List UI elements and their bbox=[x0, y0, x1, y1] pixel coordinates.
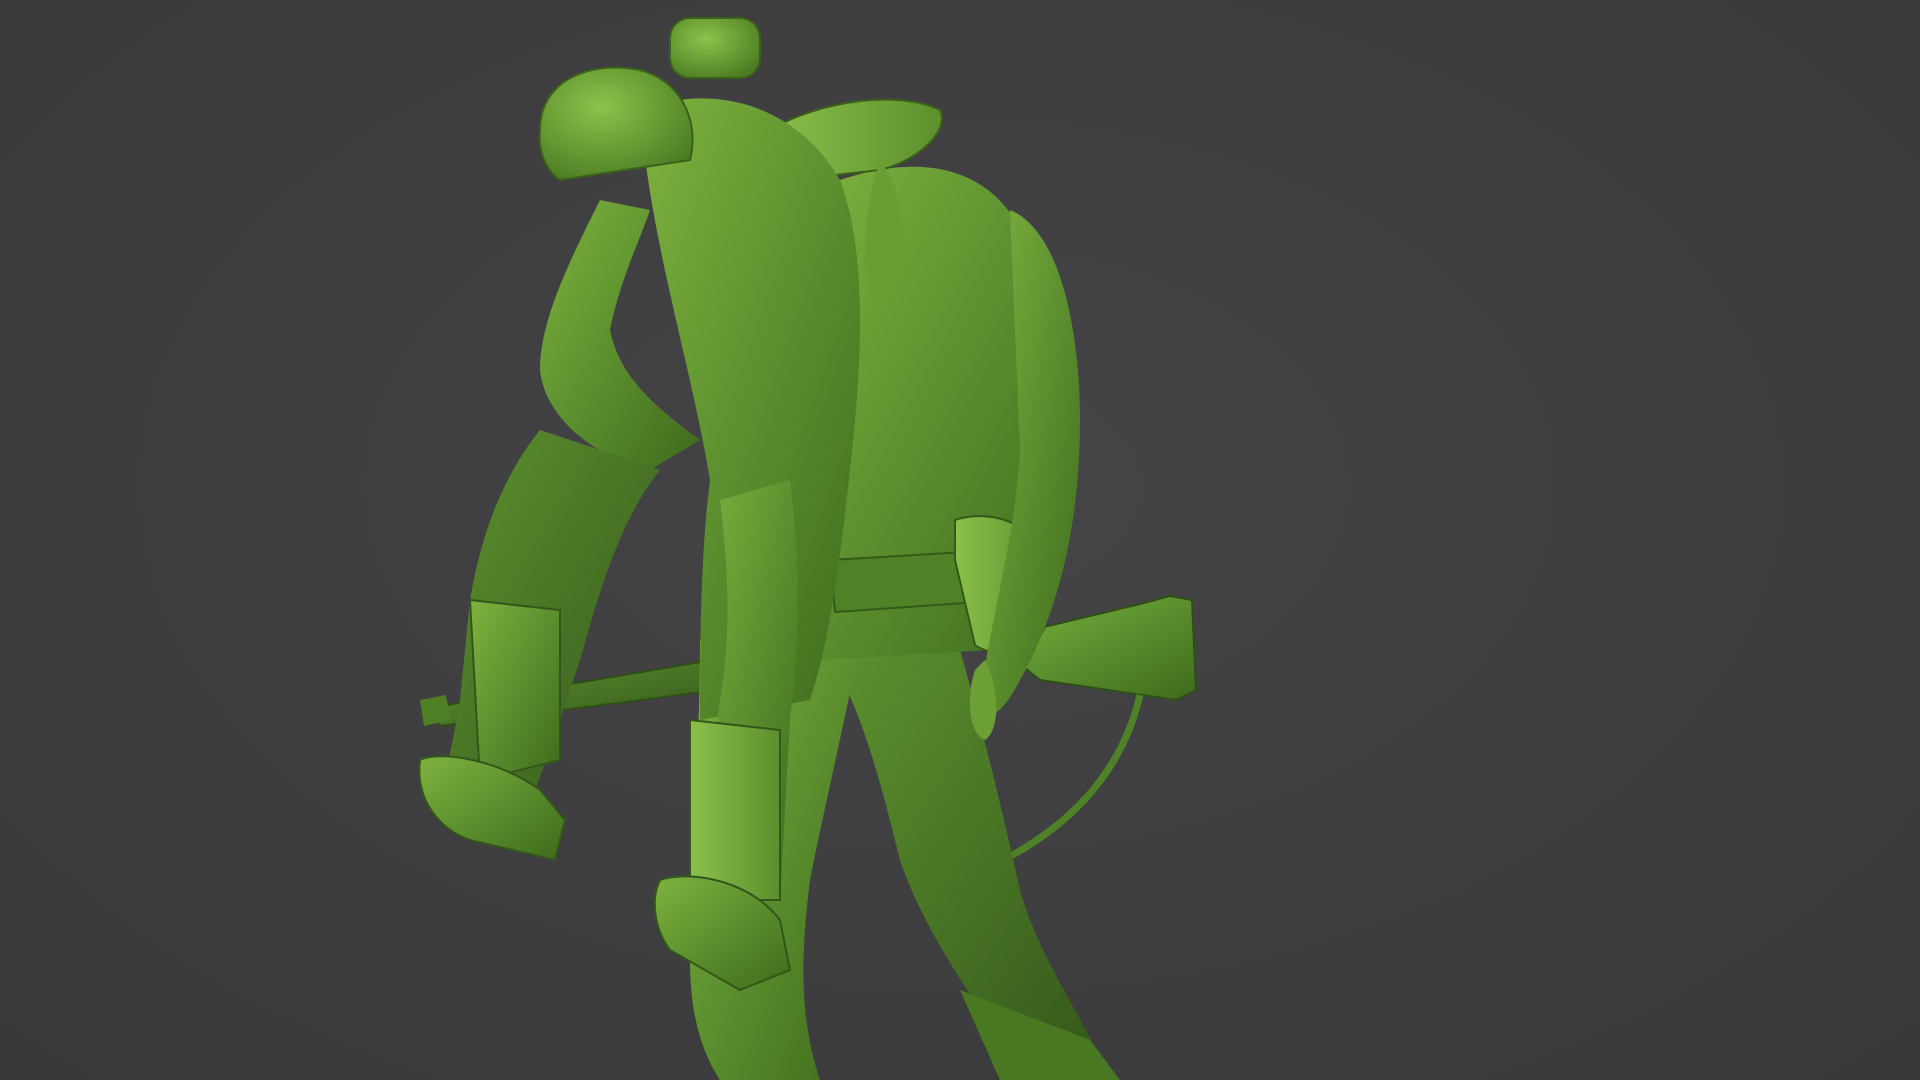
3d-viewport[interactable] bbox=[0, 0, 1920, 1080]
soldier-model[interactable] bbox=[0, 0, 1920, 1080]
